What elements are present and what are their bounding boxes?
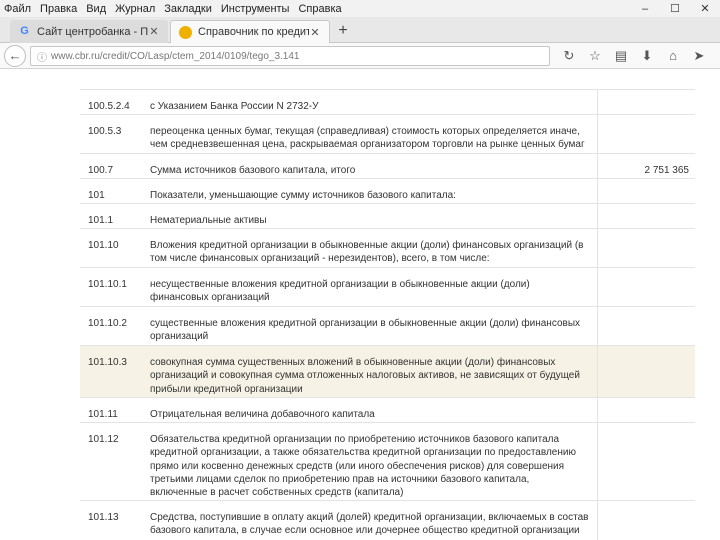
row-value <box>596 89 695 115</box>
row-code: 101.10.2 <box>80 306 142 346</box>
menu-edit[interactable]: Правка <box>40 3 77 15</box>
address-bar[interactable]: ⓘ <box>30 46 550 66</box>
row-value <box>596 178 695 204</box>
table-row: 101.10 Вложения кредитной организации в о… <box>80 228 695 268</box>
row-description: Сумма источников базового капитала, итог… <box>142 153 597 179</box>
capital-table: 100.5.2.4 с Указанием Банка России N 2732… <box>80 89 695 540</box>
menu-help[interactable]: Справка <box>298 3 341 15</box>
info-icon[interactable]: ⓘ <box>37 49 47 64</box>
row-value <box>596 306 695 346</box>
row-code: 100.5.2.4 <box>80 89 142 115</box>
row-value <box>596 397 695 423</box>
row-value <box>596 203 695 229</box>
row-code: 101.10.3 <box>80 345 142 398</box>
row-description: Вложения кредитной организации в обыкнов… <box>142 228 597 268</box>
menu-bar: Файл Правка Вид Журнал Закладки Инструме… <box>0 0 720 17</box>
row-code: 101 <box>80 178 142 204</box>
close-icon[interactable]: ✕ <box>309 26 321 39</box>
row-code: 101.10 <box>80 228 142 268</box>
row-description: с Указанием Банка России N 2732-У <box>142 89 597 115</box>
row-code: 100.7 <box>80 153 142 179</box>
menu-bookmarks[interactable]: Закладки <box>164 3 212 15</box>
reload-icon[interactable]: ↻ <box>558 47 580 65</box>
row-code: 101.12 <box>80 422 142 501</box>
minimize-icon[interactable]: – <box>630 0 660 17</box>
back-arrow-icon[interactable]: ← <box>4 45 26 67</box>
table-row: 101.12 Обязательства кредитной организаци… <box>80 422 695 501</box>
table-row: 101.10.3 совокупная сумма существенных вл… <box>80 345 695 398</box>
home-icon[interactable]: ⌂ <box>662 47 684 65</box>
row-description: несущественные вложения кредитной органи… <box>142 267 597 307</box>
url-input[interactable] <box>51 50 531 62</box>
send-icon[interactable]: ➤ <box>688 47 710 65</box>
reading-list-icon[interactable]: ▤ <box>610 47 632 65</box>
menu-history[interactable]: Журнал <box>115 3 155 15</box>
table-row: 101.1 Нематериальные активы <box>80 203 695 229</box>
row-code: 101.11 <box>80 397 142 423</box>
row-description: Средства, поступившие в оплату акций (до… <box>142 500 597 540</box>
row-value <box>596 500 695 540</box>
table-row: 100.7 Сумма источников базового капитала,… <box>80 153 695 179</box>
row-code: 101.10.1 <box>80 267 142 307</box>
capital-table-body: 100.5.2.4 с Указанием Банка России N 2732… <box>80 89 695 540</box>
close-icon[interactable]: ✕ <box>148 25 160 38</box>
cbr-icon <box>179 25 192 39</box>
table-row: 101.10.2 существенные вложения кредитной … <box>80 306 695 346</box>
row-value: 2 751 365 <box>596 153 695 179</box>
menu-view[interactable]: Вид <box>86 3 106 15</box>
tab-label: Справочник по кредитны… <box>198 26 309 38</box>
table-row: 101.13 Средства, поступившие в оплату акц… <box>80 500 695 540</box>
maximize-icon[interactable]: ☐ <box>660 0 690 17</box>
download-icon[interactable]: ⬇ <box>636 47 658 65</box>
table-row: 101.10.1 несущественные вложения кредитно… <box>80 267 695 307</box>
row-value <box>596 267 695 307</box>
page-content: 100.5.2.4 с Указанием Банка России N 2732… <box>0 70 720 540</box>
row-code: 100.5.3 <box>80 114 142 154</box>
bookmark-star-icon[interactable]: ☆ <box>584 47 606 65</box>
row-value <box>596 422 695 501</box>
navigation-bar: ← ⓘ ↻ ☆ ▤ ⬇ ⌂ ➤ ≡ <box>0 43 720 69</box>
menu-tools[interactable]: Инструменты <box>221 3 290 15</box>
row-description: переоценка ценных бумаг, текущая (справе… <box>142 114 597 154</box>
google-icon: G <box>20 25 29 37</box>
table-row: 100.5.3 переоценка ценных бумаг, текущая … <box>80 114 695 154</box>
row-code: 101.1 <box>80 203 142 229</box>
row-description: Отрицательная величина добавочного капит… <box>142 397 597 423</box>
close-window-icon[interactable]: ✕ <box>690 0 720 17</box>
tab-google-search[interactable]: G Сайт центробанка - Поис… ✕ <box>10 20 168 43</box>
table-row: 100.5.2.4 с Указанием Банка России N 2732… <box>80 89 695 115</box>
tab-credit-reference[interactable]: Справочник по кредитны… ✕ <box>170 20 330 43</box>
tab-label: Сайт центробанка - Поис… <box>37 25 148 38</box>
window-controls: – ☐ ✕ <box>630 0 720 17</box>
row-value <box>596 228 695 268</box>
toolbar-icons: ↻ ☆ ▤ ⬇ ⌂ ➤ ≡ <box>558 47 720 65</box>
row-description: существенные вложения кредитной организа… <box>142 306 597 346</box>
row-description: совокупная сумма существенных вложений в… <box>142 345 597 398</box>
row-description: Обязательства кредитной организации по п… <box>142 422 597 501</box>
new-tab-icon[interactable]: + <box>334 22 352 40</box>
row-description: Показатели, уменьшающие сумму источников… <box>142 178 597 204</box>
row-description: Нематериальные активы <box>142 203 597 229</box>
row-value <box>596 114 695 154</box>
tab-strip: G Сайт центробанка - Поис… ✕ Справочник … <box>0 17 720 43</box>
table-row: 101.11 Отрицательная величина добавочного… <box>80 397 695 423</box>
menu-icon[interactable]: ≡ <box>714 47 720 65</box>
menu-file[interactable]: Файл <box>4 3 31 15</box>
table-row: 101 Показатели, уменьшающие сумму источни… <box>80 178 695 204</box>
row-code: 101.13 <box>80 500 142 540</box>
row-value <box>596 345 695 398</box>
